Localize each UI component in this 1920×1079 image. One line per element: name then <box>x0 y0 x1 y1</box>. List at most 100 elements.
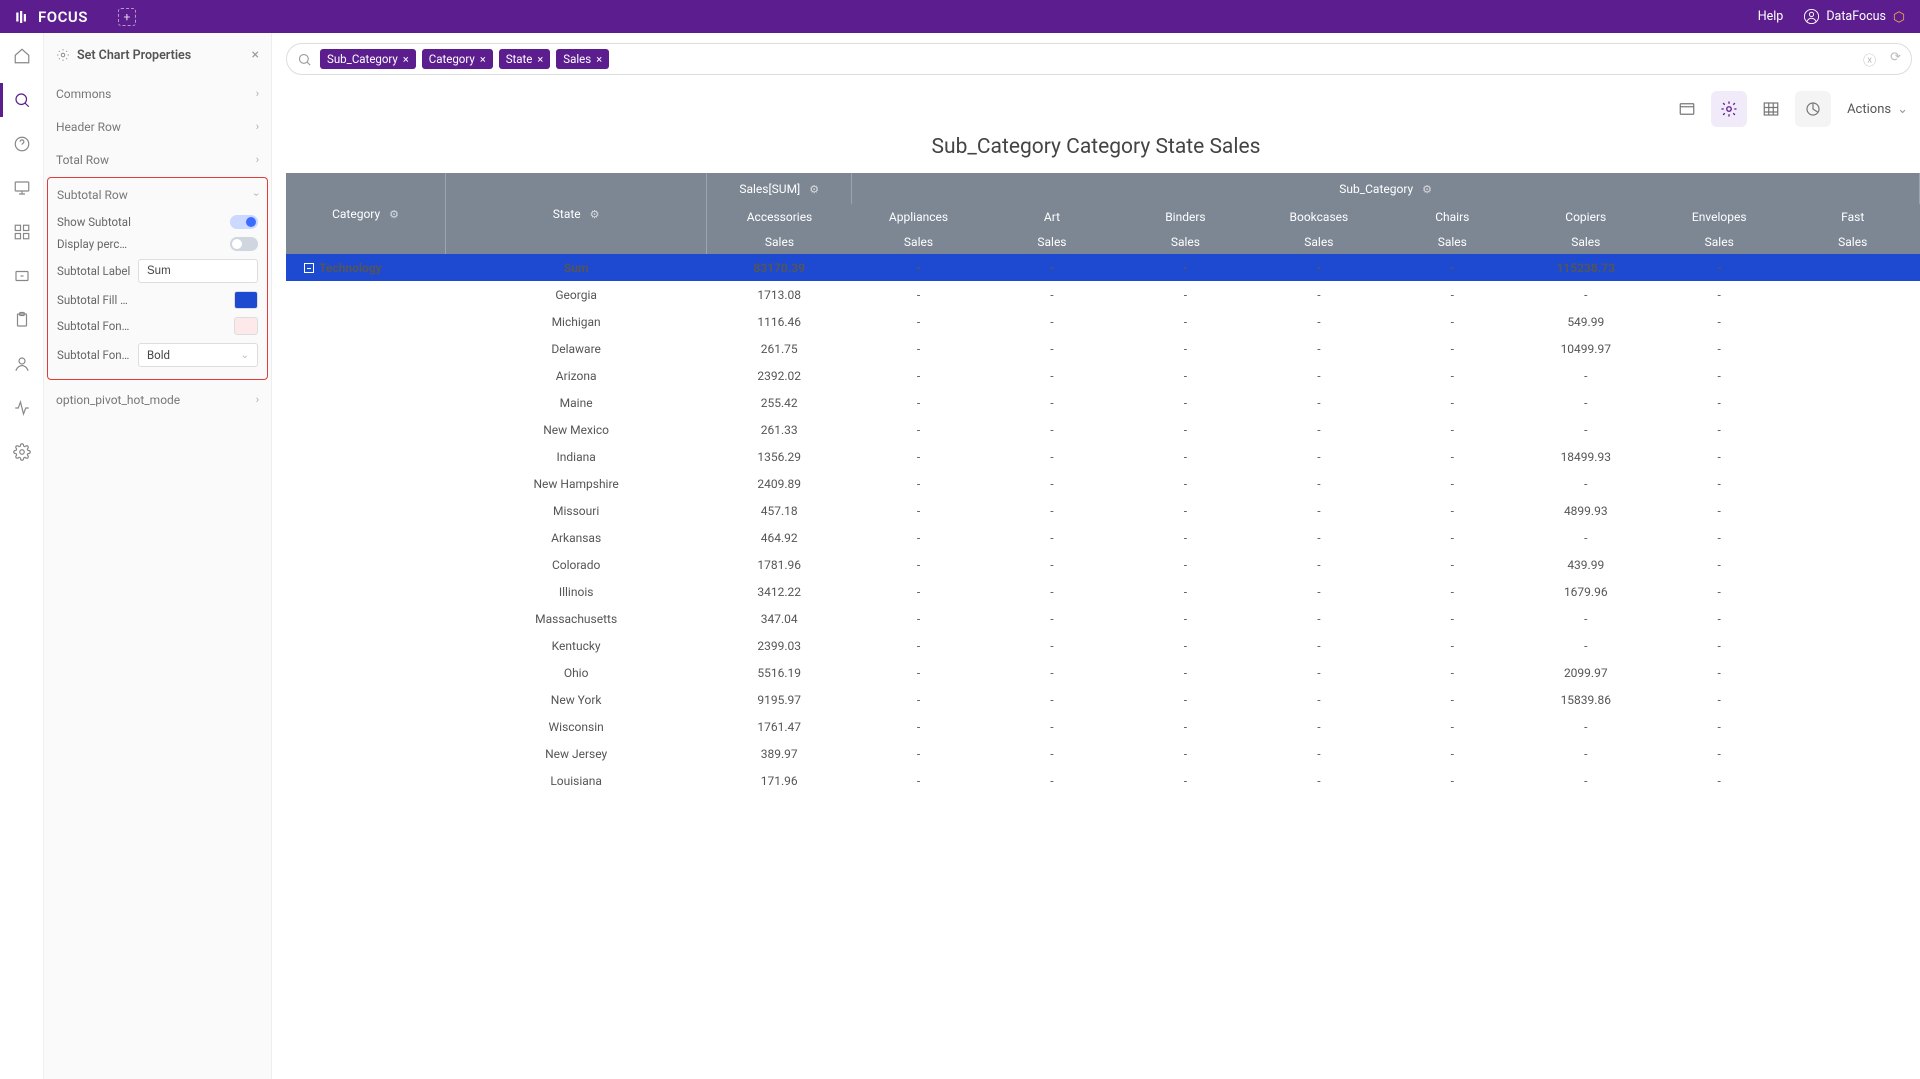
clear-search-button[interactable]: ⓧ <box>1863 50 1876 69</box>
refresh-search-button[interactable]: ⟳ <box>1890 50 1901 69</box>
table-row[interactable]: New Mexico261.33------- <box>286 416 1920 443</box>
table-row[interactable]: Missouri457.18-----4899.93- <box>286 497 1920 524</box>
search-tag[interactable]: State× <box>499 49 551 69</box>
value-cell: - <box>985 470 1118 497</box>
nav-activity[interactable] <box>11 397 33 419</box>
input-subtotal-label[interactable] <box>138 259 258 283</box>
swatch-fill-color[interactable] <box>234 291 258 309</box>
nav-clipboard[interactable] <box>11 309 33 331</box>
value-cell: 1679.96 <box>1519 578 1652 605</box>
section-total-row[interactable]: Total Row› <box>44 143 271 176</box>
header-subcategory[interactable]: Copiers <box>1519 204 1652 230</box>
header-subcategory[interactable]: Chairs <box>1386 204 1519 230</box>
collapse-icon[interactable] <box>304 263 314 273</box>
table-row[interactable]: Michigan1116.46-----549.99- <box>286 308 1920 335</box>
table-row[interactable]: Ohio5516.19-----2099.97- <box>286 659 1920 686</box>
value-cell <box>1786 281 1920 308</box>
value-cell: - <box>985 551 1118 578</box>
value-cell: 10499.97 <box>1519 335 1652 362</box>
section-pivot-hot-mode[interactable]: option_pivot_hot_mode› <box>44 383 271 416</box>
value-cell: 2399.03 <box>707 632 852 659</box>
header-subcategory[interactable]: Bookcases <box>1252 204 1385 230</box>
section-commons[interactable]: Commons› <box>44 77 271 110</box>
search-tag[interactable]: Sub_Category× <box>320 49 416 69</box>
subtotal-value-cell <box>1786 254 1920 281</box>
search-bar[interactable]: Sub_Category× Category× State×Sales× ⓧ ⟳ <box>286 43 1912 75</box>
gear-icon[interactable]: ⚙ <box>590 208 600 221</box>
nav-search[interactable] <box>11 89 33 111</box>
state-cell: Georgia <box>446 281 707 308</box>
value-cell: - <box>1119 551 1252 578</box>
table-row[interactable]: New York9195.97-----15839.86- <box>286 686 1920 713</box>
search-tag[interactable]: Sales× <box>556 49 609 69</box>
value-cell: - <box>1119 713 1252 740</box>
select-font-weight[interactable]: Bold⌄ <box>138 343 258 367</box>
table-row[interactable]: New Jersey389.97------- <box>286 740 1920 767</box>
tool-switch-view[interactable] <box>1669 91 1705 127</box>
value-cell: - <box>1386 524 1519 551</box>
header-subcategory[interactable]: Envelopes <box>1652 204 1785 230</box>
remove-tag-button[interactable]: × <box>596 53 602 66</box>
table-row[interactable]: New Hampshire2409.89------- <box>286 470 1920 497</box>
header-subcategory[interactable]: Binders <box>1119 204 1252 230</box>
table-row[interactable]: Wisconsin1761.47------- <box>286 713 1920 740</box>
new-tab-button[interactable]: + <box>118 8 136 26</box>
toggle-show-subtotal[interactable] <box>230 215 258 229</box>
pivot-table-wrap[interactable]: Category ⚙ State ⚙ Sales[SUM] ⚙ Sub_Cate… <box>286 173 1920 1079</box>
search-tag[interactable]: Category× <box>422 49 493 69</box>
nav-present[interactable] <box>11 177 33 199</box>
remove-tag-button[interactable]: × <box>537 53 543 66</box>
value-cell: - <box>1252 578 1385 605</box>
nav-home[interactable] <box>11 45 33 67</box>
value-cell: - <box>852 632 985 659</box>
nav-grid[interactable] <box>11 221 33 243</box>
close-properties-button[interactable]: × <box>252 47 259 63</box>
value-cell: - <box>985 578 1118 605</box>
subtotal-row[interactable]: TechnologySum83170.39-----115238.73- <box>286 254 1920 281</box>
gear-icon[interactable]: ⚙ <box>809 183 819 196</box>
table-row[interactable]: Kentucky2399.03------- <box>286 632 1920 659</box>
section-header-row[interactable]: Header Row› <box>44 110 271 143</box>
user-menu[interactable]: DataFocus <box>1803 8 1906 25</box>
table-row[interactable]: Georgia1713.08------- <box>286 281 1920 308</box>
header-subcategory[interactable]: Appliances <box>852 204 985 230</box>
header-state[interactable]: State ⚙ <box>446 173 707 254</box>
actions-menu[interactable]: Actions⌄ <box>1847 102 1908 117</box>
gear-icon[interactable]: ⚙ <box>389 208 399 221</box>
tool-settings[interactable] <box>1711 91 1747 127</box>
value-cell <box>1786 632 1920 659</box>
table-row[interactable]: Arkansas464.92------- <box>286 524 1920 551</box>
table-row[interactable]: Arizona2392.02------- <box>286 362 1920 389</box>
header-subcategory[interactable]: Fast <box>1786 204 1920 230</box>
nav-question[interactable] <box>11 133 33 155</box>
remove-tag-button[interactable]: × <box>480 53 486 66</box>
value-cell: - <box>1252 659 1385 686</box>
table-row[interactable]: Massachusetts347.04------- <box>286 605 1920 632</box>
tool-table[interactable] <box>1753 91 1789 127</box>
header-category[interactable]: Category ⚙ <box>286 173 446 254</box>
value-cell: - <box>1119 578 1252 605</box>
value-cell: - <box>1652 416 1785 443</box>
swatch-font-color[interactable] <box>234 317 258 335</box>
value-cell: - <box>985 281 1118 308</box>
table-row[interactable]: Indiana1356.29-----18499.93- <box>286 443 1920 470</box>
nav-settings[interactable] <box>11 441 33 463</box>
toggle-display-percent[interactable] <box>230 237 258 251</box>
header-subcategory[interactable]: Accessories <box>707 204 852 230</box>
value-cell: - <box>1252 335 1385 362</box>
gear-icon[interactable]: ⚙ <box>1422 183 1432 196</box>
table-row[interactable]: Colorado1781.96-----439.99- <box>286 551 1920 578</box>
table-row[interactable]: Maine255.42------- <box>286 389 1920 416</box>
value-cell: - <box>1386 605 1519 632</box>
remove-tag-button[interactable]: × <box>403 53 409 66</box>
header-subcategory[interactable]: Art <box>985 204 1118 230</box>
nav-user[interactable] <box>11 353 33 375</box>
nav-drawer[interactable] <box>11 265 33 287</box>
table-row[interactable]: Louisiana171.96------- <box>286 767 1920 794</box>
tool-chart-type[interactable] <box>1795 91 1831 127</box>
help-link[interactable]: Help <box>1758 9 1784 24</box>
table-row[interactable]: Delaware261.75-----10499.97- <box>286 335 1920 362</box>
table-row[interactable]: Illinois3412.22-----1679.96- <box>286 578 1920 605</box>
value-cell: - <box>1252 713 1385 740</box>
section-subtotal-row-header[interactable]: Subtotal Row› <box>48 178 267 211</box>
